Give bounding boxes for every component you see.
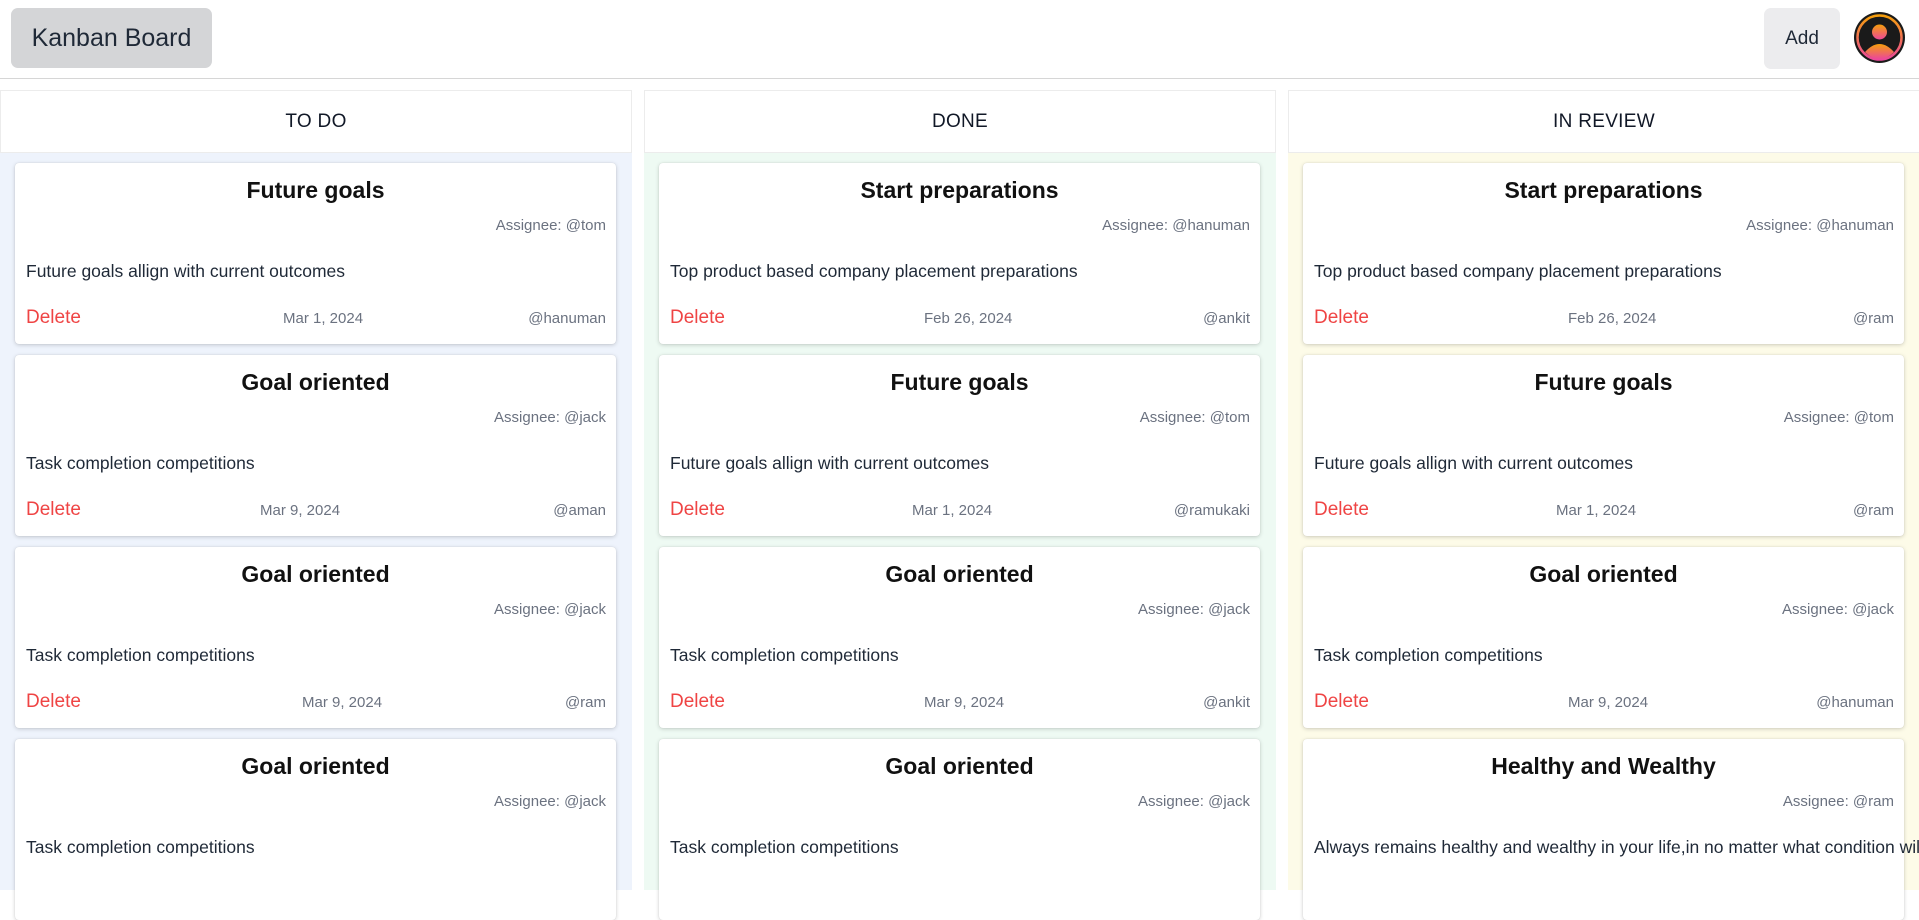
task-card[interactable]: Healthy and Wealthy Assignee: @ram Always … [1303,739,1919,920]
card-title: Start preparations [860,177,1059,203]
card-description: Task completion competitions [670,645,899,665]
column-body: Start preparations Assignee: @hanuman Top … [644,153,1276,920]
task-card[interactable]: Goal oriented Assignee: @jack Task complet… [15,547,616,728]
card-title: Goal oriented [241,753,390,779]
task-card[interactable]: Goal oriented Assignee: @jack Task complet… [659,739,1260,920]
card-title: Goal oriented [1529,561,1678,587]
card-assignee: Assignee: @jack [1138,793,1250,810]
task-card[interactable]: Goal oriented Assignee: @jack Task complet… [15,355,616,536]
card-title: Future goals [1534,369,1673,395]
column-done: DONE Start preparations Assignee: @hanuman… [644,90,1276,920]
card-assignee: Assignee: @jack [494,793,606,810]
card-owner: @hanuman [528,310,606,327]
column-body: Start preparations Assignee: @hanuman Top … [1288,153,1919,920]
card-title: Future goals [890,369,1029,395]
card-assignee: Assignee: @jack [1782,601,1894,618]
delete-button[interactable]: Delete [1314,691,1369,713]
card-title: Healthy and Wealthy [1491,753,1716,779]
column-header: IN REVIEW [1288,90,1919,153]
delete-button[interactable]: Delete [1314,499,1369,521]
card-assignee: Assignee: @jack [494,601,606,618]
task-card[interactable]: Future goals Assignee: @tom Future goals a… [1303,355,1904,536]
task-card[interactable]: Goal oriented Assignee: @jack Task complet… [659,547,1260,728]
card-title: Start preparations [1504,177,1703,203]
card-description: Future goals allign with current outcome… [26,261,346,281]
brand-button[interactable]: Kanban Board [11,8,212,68]
card-assignee: Assignee: @hanuman [1746,217,1894,234]
card-assignee: Assignee: @ram [1782,793,1894,810]
user-avatar-icon[interactable] [1854,12,1905,63]
card-description: Task completion competitions [670,837,899,857]
card-date: Mar 1, 2024 [1556,502,1637,519]
add-button[interactable]: Add [1764,8,1840,69]
card-owner: @ramukaki [1173,502,1250,519]
column-todo: TO DO Future goals Assignee: @tom Future go… [0,90,632,920]
card-title: Future goals [246,177,385,203]
column-header: TO DO [0,90,632,153]
card-assignee: Assignee: @hanuman [1102,217,1250,234]
card-description: Task completion competitions [26,837,255,857]
task-card[interactable]: Goal oriented Assignee: @jack Task complet… [1303,547,1904,728]
card-assignee: Assignee: @tom [1783,409,1894,426]
card-owner: @ankit [1203,310,1250,327]
delete-button[interactable]: Delete [670,691,725,713]
card-assignee: Assignee: @jack [1138,601,1250,618]
card-owner: @ram [564,694,606,711]
card-title: Goal oriented [241,561,390,587]
task-card[interactable]: Start preparations Assignee: @hanuman Top … [1303,163,1904,344]
card-date: Mar 1, 2024 [283,310,364,327]
task-card[interactable]: Future goals Assignee: @tom Future goals a… [15,163,616,344]
card-owner: @ankit [1203,694,1250,711]
card-date: Feb 26, 2024 [1568,310,1657,327]
card-description: Top product based company placement prep… [670,261,1078,281]
column-in-review: IN REVIEW Start preparations Assignee: @ha… [1288,90,1919,920]
card-date: Mar 9, 2024 [1568,694,1649,711]
column-header: DONE [644,90,1276,153]
card-assignee: Assignee: @tom [1139,409,1250,426]
card-description: Always remains healthy and wealthy in yo… [1314,837,1919,857]
card-description: Task completion competitions [26,453,255,473]
top-navbar: Kanban Board Add [0,0,1919,79]
card-title: Goal oriented [885,561,1034,587]
card-date: Mar 9, 2024 [302,694,383,711]
card-date: Feb 26, 2024 [924,310,1013,327]
card-date: Mar 1, 2024 [912,502,993,519]
card-title: Goal oriented [885,753,1034,779]
card-owner: @hanuman [1816,694,1894,711]
delete-button[interactable]: Delete [670,307,725,329]
delete-button[interactable]: Delete [26,499,81,521]
task-card[interactable]: Goal oriented Assignee: @jack Task complet… [15,739,616,920]
card-date: Mar 9, 2024 [260,502,341,519]
card-description: Task completion competitions [26,645,255,665]
delete-button[interactable]: Delete [670,499,725,521]
card-description: Top product based company placement prep… [1314,261,1722,281]
card-date: Mar 9, 2024 [924,694,1005,711]
delete-button[interactable]: Delete [1314,307,1369,329]
card-assignee: Assignee: @tom [495,217,606,234]
card-title: Goal oriented [241,369,390,395]
card-assignee: Assignee: @jack [494,409,606,426]
card-owner: @aman [553,502,606,519]
card-description: Future goals allign with current outcome… [670,453,990,473]
task-card[interactable]: Start preparations Assignee: @hanuman Top … [659,163,1260,344]
delete-button[interactable]: Delete [26,307,81,329]
card-description: Future goals allign with current outcome… [1314,453,1634,473]
task-card[interactable]: Future goals Assignee: @tom Future goals a… [659,355,1260,536]
card-owner: @ram [1852,502,1894,519]
card-description: Task completion competitions [1314,645,1543,665]
column-body: Future goals Assignee: @tom Future goals a… [0,153,632,920]
delete-button[interactable]: Delete [26,691,81,713]
card-owner: @ram [1852,310,1894,327]
